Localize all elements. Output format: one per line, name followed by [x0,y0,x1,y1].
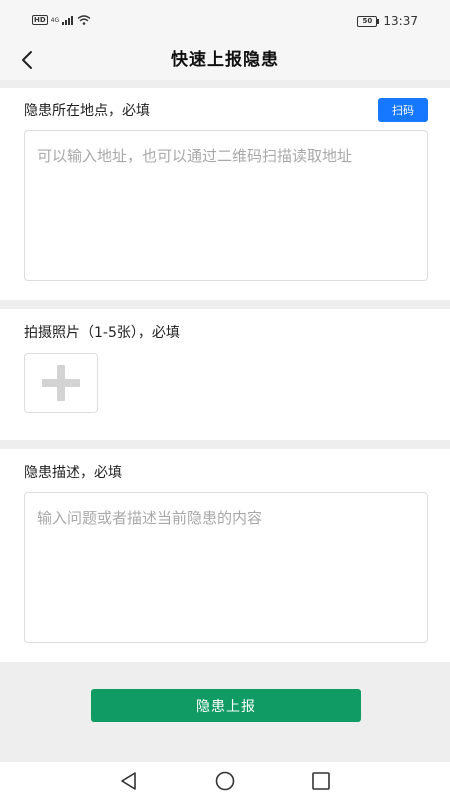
clock: 13:37 [383,14,418,28]
nav-back-button[interactable] [117,770,141,792]
page-title: 快速上报隐患 [171,50,279,70]
navigation-bar [0,762,450,800]
wifi-icon [77,15,91,25]
description-input[interactable] [24,492,428,643]
triangle-back-icon [121,772,136,790]
section-divider [0,440,450,449]
photo-section: 拍摄照片（1-5张），必填 [0,309,450,440]
footer: 隐患上报 [0,662,450,762]
status-left: HD 4G [32,15,91,25]
photo-label: 拍摄照片（1-5张），必填 [24,325,180,341]
scan-button[interactable]: 扫码 [378,98,428,122]
status-bar: HD 4G 50 13:37 [0,0,450,40]
square-recent-icon [312,772,330,790]
battery-icon: 50 [357,15,380,27]
location-section: 隐患所在地点，必填 扫码 [0,88,450,300]
add-photo-button[interactable] [24,353,98,413]
hd-badge: HD [32,15,48,25]
section-divider [0,300,450,309]
location-label: 隐患所在地点，必填 [24,103,150,119]
plus-icon [42,365,80,401]
signal-icon [62,15,74,25]
header: 快速上报隐患 [0,40,450,80]
description-label: 隐患描述，必填 [24,465,122,481]
submit-button[interactable]: 隐患上报 [91,689,361,722]
network-type: 4G [50,16,60,24]
status-right: 50 13:37 [357,14,418,28]
location-input[interactable] [24,130,428,281]
circle-home-icon [215,771,235,791]
description-section: 隐患描述，必填 [0,449,450,662]
nav-home-button[interactable] [213,770,237,792]
nav-recent-button[interactable] [309,770,333,792]
section-divider [0,80,450,88]
